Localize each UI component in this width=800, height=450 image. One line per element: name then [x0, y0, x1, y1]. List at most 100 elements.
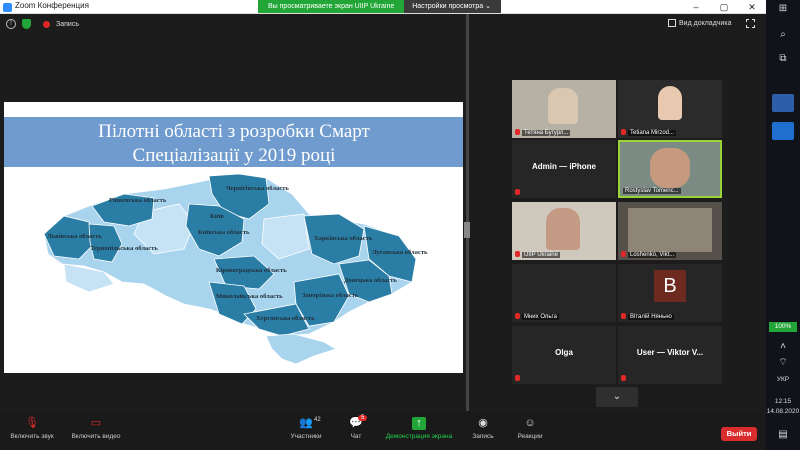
chevron-down-icon: ⌄ — [485, 3, 491, 10]
participants-count: 42 — [314, 417, 321, 423]
ukraine-map: Чернігівська область Рівненська область … — [43, 173, 428, 365]
view-settings-button[interactable]: Настройки просмотра ⌄ — [404, 0, 501, 13]
zoom-taskbar-icon[interactable] — [772, 94, 794, 112]
video-off-icon: ▭ — [90, 417, 102, 429]
participant-video — [650, 148, 690, 188]
speaker-view-button[interactable]: Вид докладчика — [668, 19, 731, 27]
participant-tile[interactable]: User — Viktor V... — [618, 326, 722, 384]
network-icon[interactable]: ⌔ — [775, 356, 791, 370]
label-ternopil: Тернопільська область — [90, 245, 158, 252]
participant-tile[interactable]: Мних Ольга — [512, 264, 616, 322]
participant-name: Tetiana Mirzod... — [628, 130, 677, 136]
mic-muted-icon: 🎙 — [25, 417, 39, 429]
chat-label: Чат — [350, 433, 362, 440]
label-luhansk: Луганська область — [372, 249, 428, 256]
meeting-status: ! Запись — [6, 19, 79, 29]
label-kyiv-oblast: Київська область — [198, 229, 250, 236]
mic-off-icon — [515, 251, 520, 257]
shared-slide: Пілотні області з розробки Смарт Спеціал… — [4, 102, 463, 373]
participant-tile[interactable]: Loshenko, Vikt... — [618, 202, 722, 260]
search-icon[interactable]: ⌕ — [775, 28, 791, 42]
chevron-up-icon[interactable]: ˄ — [775, 340, 791, 354]
minimize-button[interactable]: – — [682, 0, 710, 14]
mic-off-icon — [515, 129, 520, 135]
clock-date[interactable]: 14.08.2020 — [766, 408, 800, 415]
label-kharkiv: Харківська область — [314, 235, 373, 242]
mic-off-icon — [621, 313, 626, 319]
chat-button[interactable]: 💬 Чат 5 — [346, 415, 368, 440]
participant-video — [546, 208, 580, 250]
share-banner: Вы просматриваете экран UIIP Ukraine Нас… — [258, 0, 501, 13]
shield-icon[interactable] — [22, 19, 31, 29]
participant-name: Тетяна Бугурл... — [522, 130, 571, 136]
label-mykolaiv: Миколаївська область — [216, 293, 283, 300]
map-region-crimea — [265, 333, 337, 365]
participants-button[interactable]: 👥 Участники 42 — [288, 417, 324, 440]
meeting-toolbar: 🎙 Включить звук ▭ Включить видео 👥 Участ… — [0, 411, 766, 450]
participant-video — [658, 86, 682, 120]
participant-video — [548, 88, 578, 124]
speaker-view-label: Вид докладчика — [679, 19, 732, 27]
record-button[interactable]: ◉ Запись — [470, 417, 496, 440]
clock-time[interactable]: 12:15 — [766, 398, 800, 405]
meeting-area: ! Запись Вид докладчика Пілотні області … — [0, 14, 766, 411]
participants-icon: 👥 — [299, 417, 313, 429]
participant-center-name: Admin — iPhone — [532, 162, 596, 171]
panel-divider[interactable] — [466, 14, 469, 411]
language-indicator[interactable]: УКР — [766, 376, 800, 383]
participant-tile[interactable]: B Віталій Няньно — [618, 264, 722, 322]
start-video-label: Включить видео — [71, 433, 121, 440]
label-rivne: Рівненська область — [109, 197, 167, 204]
zoom-app-icon — [3, 3, 12, 12]
mic-off-icon — [621, 251, 626, 257]
label-lviv: Львівська область — [47, 233, 102, 240]
share-status-text: Вы просматриваете экран UIIP Ukraine — [258, 0, 405, 13]
participant-tile-active[interactable]: Rostyslav Tomenc... — [618, 140, 722, 198]
windows-taskbar: ⊞ ⌕ ⧉ 100% ˄ ⌔ УКР 12:15 14.08.2020 ▤ — [766, 0, 800, 450]
info-icon[interactable]: ! — [6, 19, 16, 29]
label-kyiv-city: Київ — [210, 213, 224, 220]
fullscreen-icon[interactable] — [746, 19, 755, 28]
participant-name: Rostyslav Tomenc... — [623, 188, 681, 194]
mic-off-icon — [515, 375, 520, 381]
participant-tile[interactable]: UIIP Ukraine — [512, 202, 616, 260]
mic-off-icon — [515, 189, 520, 195]
record-label: Запись — [472, 433, 494, 440]
divider-handle[interactable] — [464, 222, 470, 238]
participant-tile[interactable]: Olga — [512, 326, 616, 384]
label-kherson: Херсонська область — [256, 315, 315, 322]
maximize-button[interactable]: ▢ — [710, 0, 738, 14]
gallery-next-page-button[interactable]: ⌄ — [596, 387, 638, 407]
grid-icon — [668, 19, 676, 27]
notifications-icon[interactable]: ▤ — [775, 428, 791, 442]
participant-video — [628, 208, 712, 252]
participant-name: UIIP Ukraine — [522, 252, 560, 258]
mic-off-icon — [621, 375, 626, 381]
reactions-icon: ☺ — [524, 417, 536, 429]
participant-center-name: User — Viktor V... — [636, 348, 704, 357]
reactions-button[interactable]: ☺ Реакции — [514, 417, 546, 440]
participant-name: Віталій Няньно — [628, 314, 674, 320]
photos-taskbar-icon[interactable] — [772, 122, 794, 140]
start-video-button[interactable]: ▭ Включить видео — [66, 417, 126, 440]
close-button[interactable]: ✕ — [738, 0, 766, 14]
participant-tile[interactable]: Тетяна Бугурл... — [512, 80, 616, 138]
participants-label: Участники — [290, 433, 322, 440]
chevron-down-icon: ⌄ — [612, 391, 622, 402]
task-view-icon[interactable]: ⧉ — [775, 52, 791, 66]
share-screen-icon: ↑ — [412, 417, 426, 430]
share-screen-label: Демонстрация экрана — [385, 433, 453, 440]
chat-badge: 5 — [358, 415, 368, 421]
recording-icon — [43, 20, 50, 28]
zoom-screen: Zoom Конференция – ▢ ✕ Вы просматриваете… — [0, 0, 800, 450]
leave-meeting-button[interactable]: Выйти — [721, 427, 757, 441]
label-donetsk: Донецька область — [344, 277, 397, 284]
participant-tile[interactable]: Admin — iPhone — [512, 140, 616, 198]
reactions-label: Реакции — [517, 433, 543, 440]
windows-start-icon[interactable]: ⊞ — [775, 2, 791, 16]
participant-center-name: Olga — [555, 348, 573, 357]
unmute-button[interactable]: 🎙 Включить звук — [6, 417, 58, 440]
slide-title-line1: Пілотні області з розробки Смарт — [98, 121, 370, 142]
participant-tile[interactable]: Tetiana Mirzod... — [618, 80, 722, 138]
share-screen-button[interactable]: ↑ Демонстрация экрана — [382, 417, 456, 440]
